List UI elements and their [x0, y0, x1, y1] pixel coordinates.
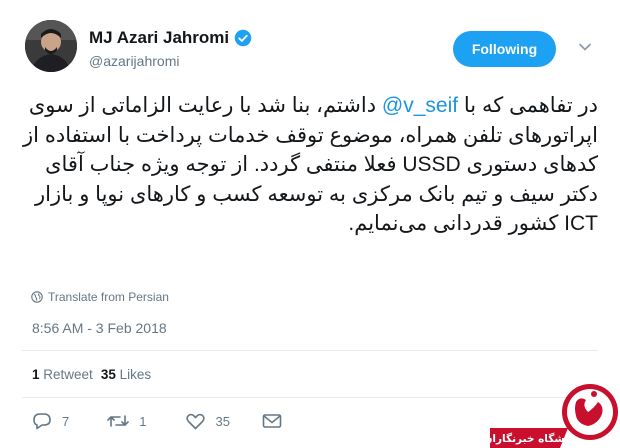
likes-count: 35 — [100, 367, 116, 382]
likes-label: Likes — [119, 367, 152, 382]
tweet-text-start: در تفاهمی که با — [458, 94, 598, 117]
like-count: 35 — [215, 413, 230, 429]
chevron-down-icon[interactable] — [578, 40, 592, 54]
heart-icon — [186, 413, 206, 429]
retweet-count: 1 — [139, 413, 147, 429]
direct-message-button[interactable] — [262, 413, 282, 429]
retweets-count: 1 — [32, 367, 40, 382]
tweet-stats: 1 Retweet 35 Likes — [32, 367, 151, 382]
divider — [22, 350, 598, 351]
watermark-text: باشگاه خبرنگاران — [490, 432, 573, 445]
translate-link[interactable]: Translate from Persian — [31, 290, 169, 304]
tweet-text: در تفاهمی که با @v_seif داشتم، بنا شد با… — [8, 91, 598, 239]
verified-badge-icon — [234, 29, 252, 47]
tweet-actions: 7 1 35 — [32, 412, 282, 430]
translate-label[interactable]: Translate from Persian — [48, 290, 169, 304]
reply-count: 7 — [62, 413, 70, 429]
user-handle[interactable]: @azarijahromi — [89, 53, 179, 69]
following-button[interactable]: Following — [453, 31, 556, 67]
watermark-logo: باشگاه خبرنگاران — [490, 384, 618, 448]
tweet-timestamp[interactable]: 8:56 AM - 3 Feb 2018 — [32, 320, 167, 336]
reply-button[interactable]: 7 — [32, 412, 69, 430]
retweets-stat[interactable]: 1 Retweet — [32, 367, 93, 382]
reply-icon — [33, 413, 51, 430]
likes-stat[interactable]: 35 Likes — [101, 367, 151, 382]
retweet-icon — [107, 415, 130, 427]
user-name-row: MJ Azari Jahromi — [89, 28, 252, 48]
like-button[interactable]: 35 — [186, 413, 230, 430]
envelope-icon — [262, 414, 282, 428]
user-name[interactable]: MJ Azari Jahromi — [89, 28, 229, 48]
mention-link[interactable]: @v_seif — [382, 94, 458, 117]
retweets-label: Retweet — [43, 367, 93, 382]
globe-icon — [31, 291, 43, 303]
retweet-button[interactable]: 1 — [107, 413, 146, 429]
avatar[interactable] — [25, 20, 77, 72]
